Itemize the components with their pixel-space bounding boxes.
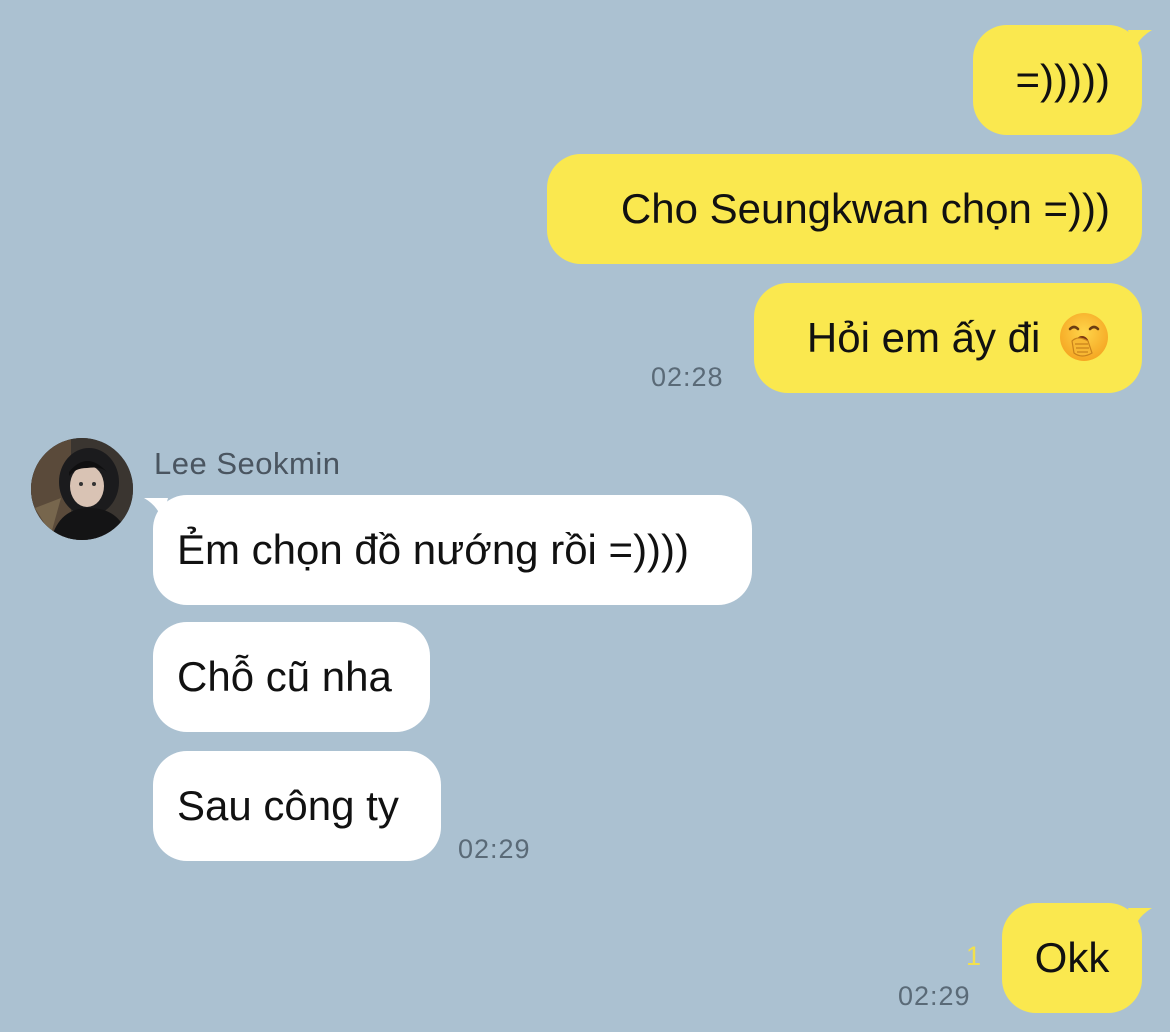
message-timestamp: 02:29: [458, 834, 531, 864]
unread-count: 1: [966, 941, 982, 971]
sender-name: Lee Seokmin: [154, 446, 341, 481]
message-text: Sau công ty: [177, 782, 399, 829]
bubble-tail: [1128, 30, 1152, 52]
message-text: Hỏi em ấy đi: [806, 314, 1041, 361]
message-timestamp: 02:28: [651, 362, 724, 392]
outgoing-message[interactable]: Hỏi em ấy đi: [754, 283, 1142, 393]
incoming-message[interactable]: Ẻm chọn đồ nướng rồi =)))): [153, 495, 752, 605]
message-text: Okk: [1034, 934, 1110, 981]
profile-photo: [31, 438, 133, 540]
incoming-message[interactable]: Chỗ cũ nha: [153, 622, 430, 732]
outgoing-message[interactable]: =))))): [973, 25, 1142, 135]
message-text: =))))): [1015, 56, 1110, 103]
avatar[interactable]: [31, 438, 133, 540]
outgoing-message[interactable]: Okk: [1002, 903, 1142, 1013]
yawning-face-icon: [1060, 312, 1108, 361]
bubble-tail: [144, 498, 168, 520]
incoming-message[interactable]: Sau công ty: [153, 751, 441, 861]
message-timestamp: 02:29: [898, 981, 971, 1011]
outgoing-message[interactable]: Cho Seungkwan chọn =))): [547, 154, 1142, 264]
message-text: Ẻm chọn đồ nướng rồi =)))): [177, 526, 690, 573]
message-text: Cho Seungkwan chọn =))): [620, 185, 1110, 232]
message-text: Chỗ cũ nha: [177, 653, 392, 700]
bubble-tail: [1128, 908, 1152, 930]
